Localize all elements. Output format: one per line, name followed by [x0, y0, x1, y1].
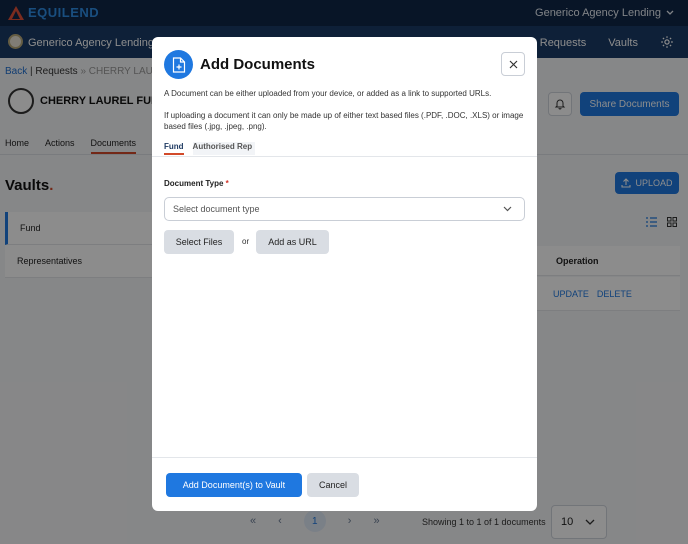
add-document-icon [164, 50, 193, 79]
modal-tabs: Fund Authorised Rep [164, 142, 256, 155]
modal-title: Add Documents [200, 56, 316, 73]
document-type-select[interactable]: Select document type [164, 197, 525, 221]
document-type-label: Document Type * [164, 179, 229, 188]
add-documents-modal: Add Documents A Document can be either u… [152, 37, 537, 511]
modal-description: A Document can be either uploaded from y… [164, 89, 492, 98]
select-files-button[interactable]: Select Files [164, 230, 234, 254]
add-to-vault-button[interactable]: Add Document(s) to Vault [166, 473, 302, 497]
or-separator: or [242, 237, 250, 246]
tab-fund[interactable]: Fund [164, 142, 184, 155]
document-type-placeholder: Select document type [173, 204, 260, 214]
close-icon [509, 60, 517, 68]
document-type-label-text: Document Type [164, 179, 224, 188]
cancel-button[interactable]: Cancel [307, 473, 359, 497]
chevron-down-icon [503, 206, 512, 212]
required-marker: * [225, 179, 229, 188]
modal-file-types-note: If uploading a document it can only be m… [164, 111, 524, 131]
add-as-url-button[interactable]: Add as URL [256, 230, 329, 254]
close-button[interactable] [501, 52, 525, 76]
divider [152, 457, 537, 458]
tab-authorised-rep[interactable]: Authorised Rep [192, 142, 256, 155]
divider [152, 156, 537, 157]
